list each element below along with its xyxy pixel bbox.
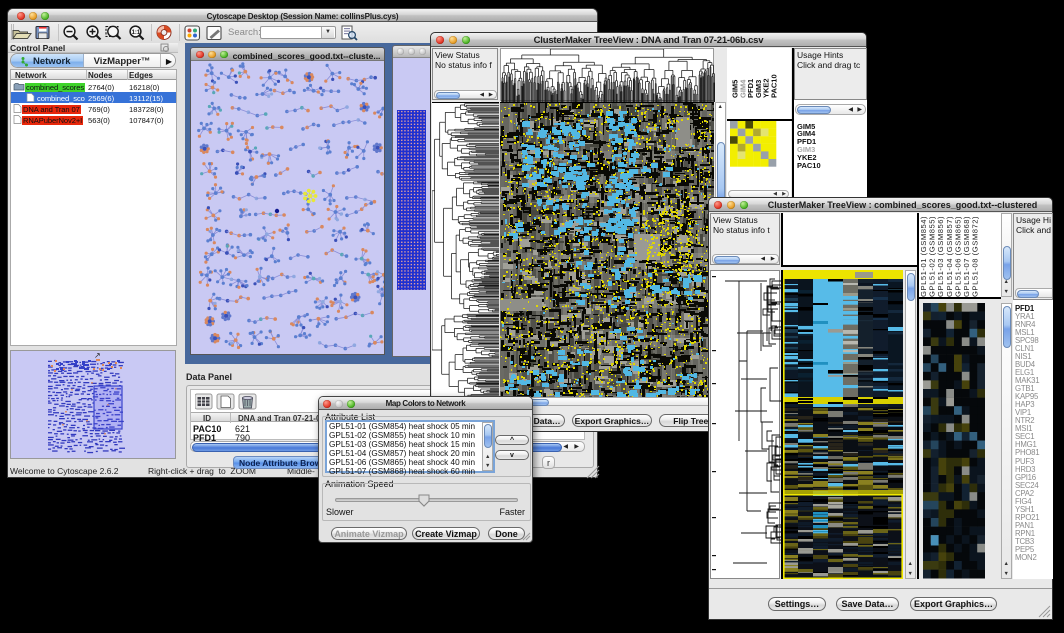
svg-text:PAC10: PAC10 (770, 74, 779, 98)
svg-text:1:1: 1:1 (132, 30, 141, 36)
svg-text:GPL51-08 (GSM872): GPL51-08 (GSM872) (971, 216, 980, 297)
